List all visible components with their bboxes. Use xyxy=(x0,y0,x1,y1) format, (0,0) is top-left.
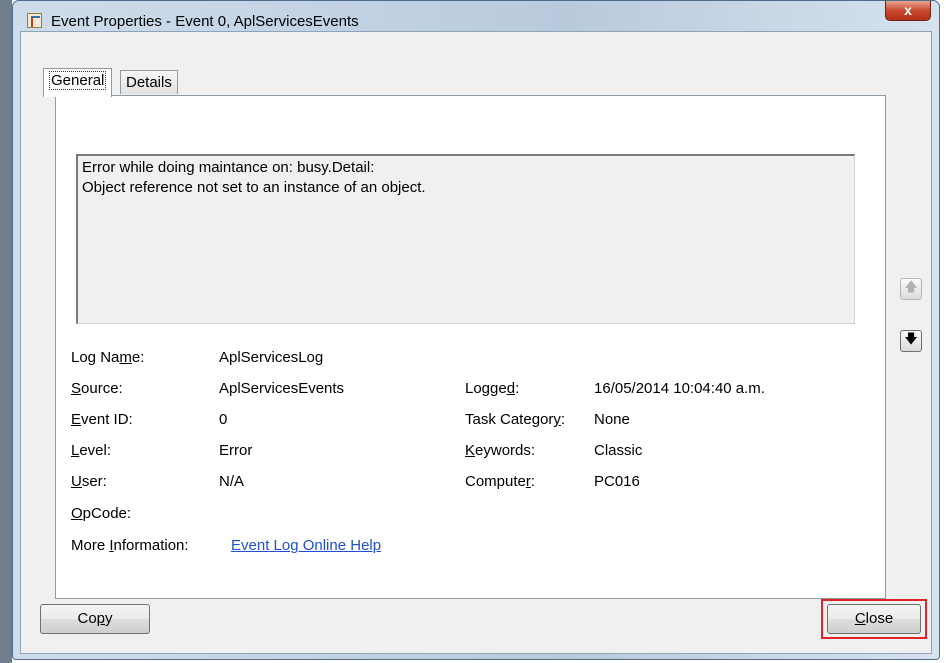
logged-label: Logged: xyxy=(465,380,520,397)
log-name-label: Log Name: xyxy=(71,349,145,366)
dialog-client-area: General Details Error while doing mainta… xyxy=(20,31,932,654)
arrow-up-icon: 🡅 xyxy=(904,279,918,294)
event-properties-window: Event Properties - Event 0, AplServicesE… xyxy=(12,0,940,660)
desktop-edge xyxy=(0,0,12,663)
event-log-online-help-link[interactable]: Event Log Online Help xyxy=(231,537,381,554)
next-event-button[interactable]: 🡇 xyxy=(900,330,922,352)
event-id-label: Event ID: xyxy=(71,411,133,428)
event-id-value: 0 xyxy=(219,411,228,428)
tab-general-label: General xyxy=(49,71,107,90)
tab-details[interactable]: Details xyxy=(120,70,178,94)
keywords-value: Classic xyxy=(594,442,643,459)
description-line-2: Object reference not set to an instance … xyxy=(82,179,426,196)
computer-value: PC016 xyxy=(594,473,640,490)
description-line-1: Error while doing maintance on: busy.Det… xyxy=(82,159,375,176)
logged-value: 16/05/2014 10:04:40 a.m. xyxy=(594,380,765,397)
window-title: Event Properties - Event 0, AplServicesE… xyxy=(51,13,359,30)
source-value: AplServicesEvents xyxy=(219,380,345,397)
user-value: N/A xyxy=(219,473,245,490)
opcode-label: OpCode: xyxy=(71,505,132,522)
level-label: Level: xyxy=(71,442,112,459)
more-information-label: More Information: xyxy=(71,537,189,554)
tab-details-label: Details xyxy=(126,74,172,91)
event-description-box[interactable]: Error while doing maintance on: busy.Det… xyxy=(76,154,855,324)
keywords-label: Keywords: xyxy=(465,442,536,459)
tab-general[interactable]: General xyxy=(43,68,113,97)
window-close-button[interactable]: x xyxy=(885,1,931,21)
title-bar[interactable]: Event Properties - Event 0, AplServicesE… xyxy=(13,1,939,31)
copy-button[interactable]: Copy xyxy=(40,604,150,634)
user-label: User: xyxy=(71,473,107,490)
computer-label: Computer: xyxy=(465,473,536,490)
general-tab-panel: Error while doing maintance on: busy.Det… xyxy=(55,95,886,599)
log-name-value: AplServicesLog xyxy=(219,349,324,366)
level-value: Error xyxy=(219,442,253,459)
previous-event-button[interactable]: 🡅 xyxy=(900,278,922,300)
task-category-label: Task Category: xyxy=(465,411,566,428)
event-viewer-icon xyxy=(27,13,42,28)
task-category-value: None xyxy=(594,411,630,428)
close-button[interactable]: Close xyxy=(827,604,921,634)
arrow-down-icon: 🡇 xyxy=(904,331,918,346)
source-label: Source: xyxy=(71,380,123,397)
